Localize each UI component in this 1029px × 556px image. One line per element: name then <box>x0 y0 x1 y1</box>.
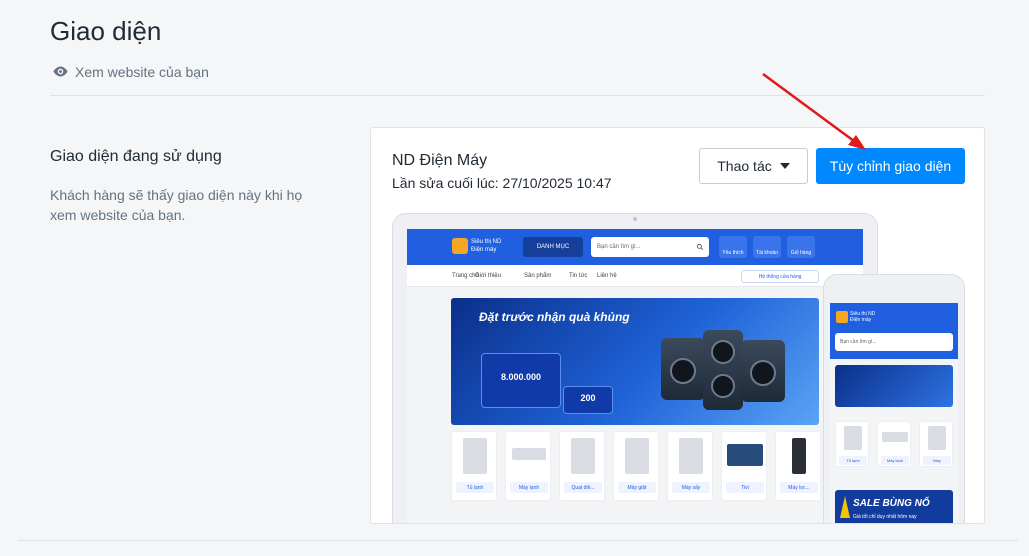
product-card: Máy lạnh <box>877 421 911 467</box>
category-button: DANH MỤC <box>523 237 583 257</box>
eye-icon <box>53 66 68 77</box>
hero-banner: Đặt trước nhận quà khủng 8.000.000 200 <box>451 298 819 425</box>
mobile-search-box: Bạn cần tìm gì... <box>835 333 953 351</box>
customize-theme-button[interactable]: Tùy chỉnh giao diện <box>816 148 965 184</box>
product-card: Máy sấy <box>667 431 713 501</box>
view-website-link[interactable]: Xem website của bạn <box>52 63 209 80</box>
sale-banner: SALE BÙNG NỔ Giá tốt chỉ duy nhất hôm na… <box>835 490 953 523</box>
search-icon <box>696 243 703 250</box>
wishlist-icon: Yêu thích <box>719 236 747 258</box>
product-card: Tivi <box>721 431 767 501</box>
header-divider <box>50 95 985 96</box>
site-logo-text: Siêu thị ND Điện máy <box>471 239 502 253</box>
mobile-preview: Siêu thị ND Điện máy Bạn cần tìm gì... T… <box>823 274 965 523</box>
caret-down-icon <box>779 163 790 169</box>
lightning-icon <box>840 496 850 518</box>
nav-item: Tin tức <box>569 273 588 279</box>
site-logo-icon <box>452 238 468 254</box>
site-nav: Trang chủ Giới thiệu Sản phẩm Tin tức Li… <box>407 265 863 287</box>
theme-name: ND Điện Máy <box>392 152 488 169</box>
washer-image <box>703 330 743 410</box>
product-card: Máy lạnh <box>505 431 551 501</box>
product-card: Quạt điề... <box>559 431 605 501</box>
desktop-preview: Siêu thị ND Điện máy DANH MỤC Bạn cần tì… <box>392 213 878 523</box>
mobile-site-header: Siêu thị ND Điện máy Bạn cần tìm gì... <box>830 303 958 359</box>
site-logo-icon <box>836 311 848 323</box>
footer-divider <box>18 540 1018 541</box>
cart-icon: Giỏ hàng <box>787 236 815 258</box>
section-title: Giao diện đang sử dụng <box>50 148 222 165</box>
sale-subtitle: Giá tốt chỉ duy nhất hôm nay <box>853 514 917 520</box>
sale-title: SALE BÙNG NỔ <box>853 498 930 509</box>
desktop-preview-screen: Siêu thị ND Điện máy DANH MỤC Bạn cần tì… <box>407 229 863 523</box>
mobile-banner <box>835 365 953 407</box>
product-card: Máy lọc... <box>775 431 821 501</box>
nav-item: Sản phẩm <box>524 273 552 279</box>
banner-price: 200 <box>563 386 613 414</box>
current-theme-card: ND Điện Máy Lần sửa cuối lúc: 27/10/2025… <box>370 127 985 524</box>
product-card: Tủ lạnh <box>451 431 497 501</box>
page-title: Giao diện <box>50 16 162 46</box>
product-card: Máy giặt <box>613 431 659 501</box>
nav-item: Liên hệ <box>597 273 617 279</box>
actions-dropdown-button[interactable]: Thao tác <box>699 148 808 184</box>
banner-title: Đặt trước nhận quà khủng <box>479 310 630 324</box>
mobile-preview-screen: Siêu thị ND Điện máy Bạn cần tìm gì... T… <box>830 303 958 523</box>
view-website-label: Xem website của bạn <box>75 63 209 80</box>
washer-image <box>741 340 785 402</box>
washer-image <box>661 338 705 400</box>
site-search-box: Bạn cần tìm gì... <box>591 237 709 257</box>
actions-label: Thao tác <box>717 158 772 174</box>
product-category-list: Tủ lạnh Máy lạnh Quạt điề... Máy giặt Má… <box>451 431 823 511</box>
site-logo-text: Siêu thị ND Điện máy <box>850 311 876 323</box>
account-icon: Tài khoản <box>753 236 781 258</box>
banner-price: 8.000.000 <box>481 353 561 408</box>
camera-dot <box>633 217 637 221</box>
section-description: Khách hàng sẽ thấy giao diện này khi họ … <box>50 187 303 223</box>
theme-last-edited: Lần sửa cuối lúc: 27/10/2025 10:47 <box>392 175 612 191</box>
store-system-link: Hệ thống cửa hàng <box>741 270 819 283</box>
product-card: Tủ lạnh <box>835 421 869 467</box>
nav-item: Giới thiệu <box>475 273 501 279</box>
site-header: Siêu thị ND Điện máy DANH MỤC Bạn cần tì… <box>407 229 863 265</box>
product-card: Máy <box>919 421 953 467</box>
